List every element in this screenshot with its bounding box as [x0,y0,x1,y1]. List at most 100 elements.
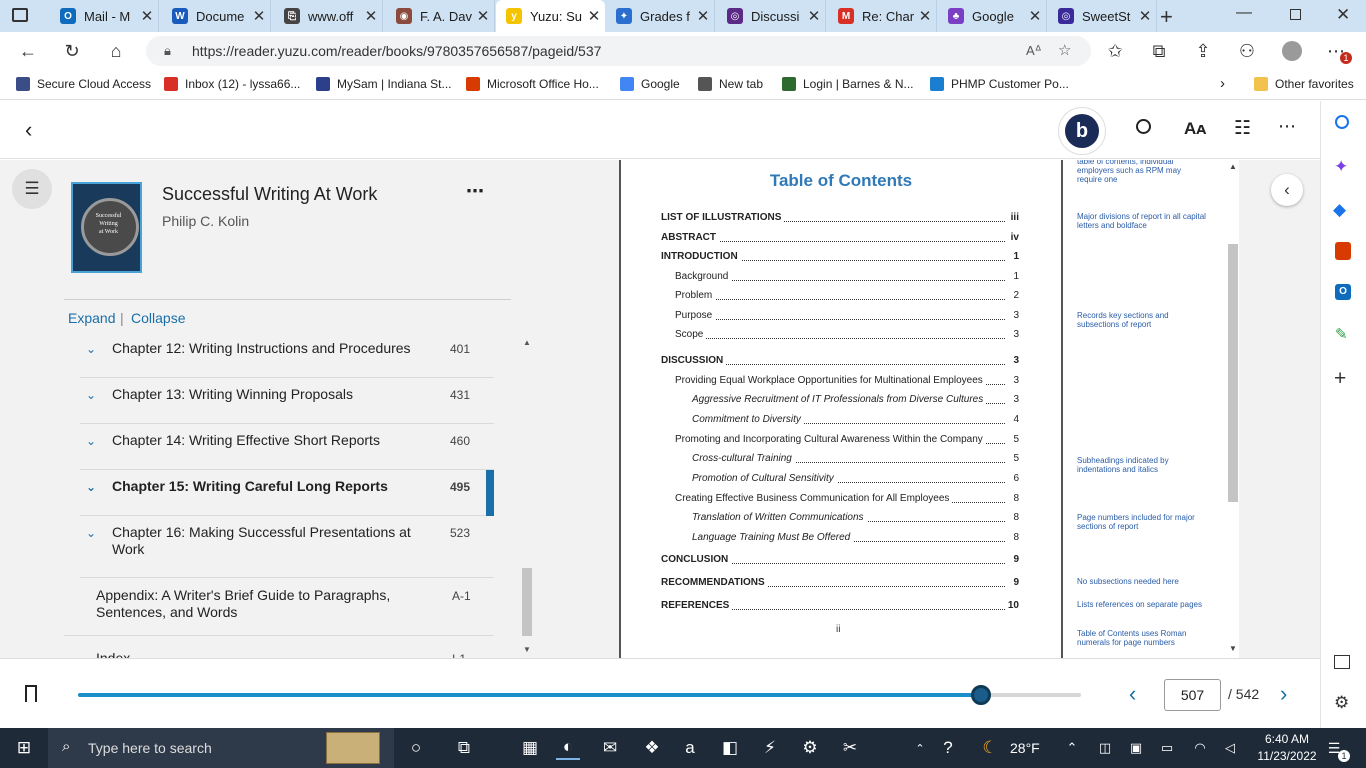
add-favorite-icon[interactable]: ☆ [1058,36,1071,66]
tab-5[interactable]: ✦ Grades f ✕ [606,0,715,32]
tab-actions-icon[interactable] [12,8,28,22]
close-tab-icon[interactable]: ✕ [583,7,605,25]
tray-chevron-icon[interactable]: ⌃ [1060,736,1084,760]
close-tab-icon[interactable]: ✕ [248,7,270,25]
scroll-thumb[interactable] [522,568,532,636]
close-tab-icon[interactable]: ✕ [360,7,382,25]
close-tab-icon[interactable]: ✕ [914,7,936,25]
chevron-down-icon[interactable]: ⌄ [86,388,96,402]
collections-icon[interactable]: ⧉ [1145,38,1173,64]
reader-back-icon[interactable]: ‹ [25,117,32,143]
close-tab-icon[interactable]: ✕ [1024,7,1046,25]
hide-sidebar-icon[interactable] [1334,655,1350,669]
bookmark-icon[interactable] [25,685,37,702]
profile-avatar[interactable] [1282,41,1302,61]
other-favorites[interactable]: Other favorites [1254,77,1354,91]
favorites-icon[interactable]: ✩ [1101,38,1129,64]
toc-index-item[interactable]: IndexI-1 [64,648,494,658]
study-tools-icon[interactable]: ☷ [1234,117,1251,140]
new-tab-button[interactable]: + [1160,4,1173,30]
text-settings-icon[interactable]: Aᴀ [1184,119,1206,139]
volume-icon[interactable]: ◁ [1218,736,1242,760]
close-tab-icon[interactable]: ✕ [1134,7,1156,25]
taskbar-overflow-icon[interactable]: ⌃ [908,736,932,760]
refresh-button[interactable]: ↻ [58,38,86,64]
read-aloud-icon[interactable]: Aᐞ [1026,36,1042,66]
office-taskbar-icon[interactable]: ◧ [718,736,742,760]
back-button[interactable]: ← [14,38,42,64]
tray-icon-2[interactable]: ▣ [1124,736,1148,760]
expand-link[interactable]: Expand [68,310,115,326]
tab-2[interactable]: ⎘ www.off ✕ [274,0,383,32]
chevron-down-icon[interactable]: ⌄ [86,342,96,356]
close-tab-icon[interactable]: ✕ [136,7,158,25]
minimize-button[interactable]: — [1236,4,1252,22]
favorite-item[interactable]: New tab [698,77,763,91]
settings-taskbar-icon[interactable]: ⚙ [798,736,822,760]
battery-icon[interactable]: ▭ [1155,736,1179,760]
toc-chapter-item[interactable]: ⌄ Chapter 14: Writing Effective Short Re… [80,424,494,470]
toc-chapter-item[interactable]: ⌄ Chapter 13: Writing Winning Proposals … [80,378,494,424]
snip-taskbar-icon[interactable]: ✂ [838,736,862,760]
chevron-down-icon[interactable]: ⌄ [86,434,96,448]
share-icon[interactable]: ⇪ [1189,38,1217,64]
tab-7[interactable]: M Re: Char ✕ [828,0,937,32]
shopping-icon[interactable]: ◆ [1333,200,1346,220]
task-view-icon[interactable]: ⧉ [452,736,476,760]
weather-temp[interactable]: 28°F [1010,740,1040,756]
favorite-item[interactable]: PHMP Customer Po... [930,77,1069,91]
favorite-item[interactable]: Inbox (12) - lyssa66... [164,77,300,91]
help-icon[interactable]: ? [936,736,960,760]
collapse-link[interactable]: Collapse [131,310,185,326]
edge-taskbar-icon[interactable]: ◐ [556,736,580,760]
url-input[interactable]: 🔒︎ https://reader.yuzu.com/reader/books/… [146,36,1091,66]
favorite-item[interactable]: Login | Barnes & N... [782,77,914,91]
tab-9[interactable]: ◎ SweetSt ✕ [1048,0,1157,32]
toc-chapter-item[interactable]: ⌄ Chapter 16: Making Successful Presenta… [80,516,494,578]
page-scrollbar[interactable]: ▲ ▼ [1227,160,1239,658]
page-number-input[interactable] [1164,679,1221,711]
close-tab-icon[interactable]: ✕ [692,7,714,25]
store-icon[interactable]: ▦ [518,736,542,760]
tab-8[interactable]: ♣ Google ✕ [938,0,1047,32]
copilot-icon[interactable]: ✦ [1334,157,1348,177]
favorite-item[interactable]: Secure Cloud Access [16,77,151,91]
chevron-down-icon[interactable]: ⌄ [86,526,96,540]
tab-6[interactable]: ◎ Discussi ✕ [717,0,826,32]
clock-time[interactable]: 6:40 AM [1256,732,1318,746]
restore-button[interactable] [1290,9,1301,20]
clock-date[interactable]: 11/23/2022 [1250,749,1324,763]
page-scroll-thumb[interactable] [1228,244,1238,502]
chevron-down-icon[interactable]: ⌄ [86,480,96,494]
tools-sidebar-icon[interactable]: ✎ [1335,325,1348,343]
windows-start-icon[interactable]: ⊞ [12,736,36,760]
wifi-icon[interactable]: ◠ [1188,736,1212,760]
extensions-icon[interactable]: ⚇ [1233,38,1261,64]
toc-chapter-item[interactable]: ⌄ Chapter 12: Writing Instructions and P… [80,332,494,378]
sidebar-settings-icon[interactable]: ⚙ [1334,693,1349,713]
favorites-overflow-icon[interactable]: › [1220,75,1225,92]
scroll-up-arrow[interactable]: ▲ [523,338,531,347]
collapse-panel-button[interactable]: ‹ [1271,174,1303,206]
toc-chapter-item[interactable]: ⌄ Chapter 15: Writing Careful Long Repor… [80,470,494,516]
taskbar-search-box[interactable]: ⌕ Type here to search [48,728,394,768]
favorite-item[interactable]: Google [620,77,680,91]
tab-4[interactable]: y Yuzu: Su ✕ [496,0,605,32]
close-tab-icon[interactable]: ✕ [472,7,494,25]
close-window-button[interactable]: ✕ [1336,5,1350,25]
favorite-item[interactable]: MySam | Indiana St... [316,77,452,91]
outlook-sidebar-icon[interactable]: O [1335,284,1351,300]
mail-taskbar-icon[interactable]: ✉ [598,736,622,760]
office-sidebar-icon[interactable] [1335,242,1351,260]
tab-3[interactable]: ◉ F. A. Dav ✕ [386,0,495,32]
app-taskbar-icon[interactable]: ⚡︎ [758,736,782,760]
more-options-icon[interactable]: ⋯ [1278,116,1296,137]
favorite-item[interactable]: Microsoft Office Ho... [466,77,599,91]
close-tab-icon[interactable]: ✕ [803,7,825,25]
cortana-icon[interactable]: ○ [404,736,428,760]
progress-handle[interactable] [970,685,991,705]
dropbox-icon[interactable]: ❖ [640,736,664,760]
progress-track[interactable] [78,685,1081,705]
home-button[interactable]: ⌂ [102,38,130,64]
toc-scrollbar[interactable]: ▲ ▼ [521,338,533,658]
